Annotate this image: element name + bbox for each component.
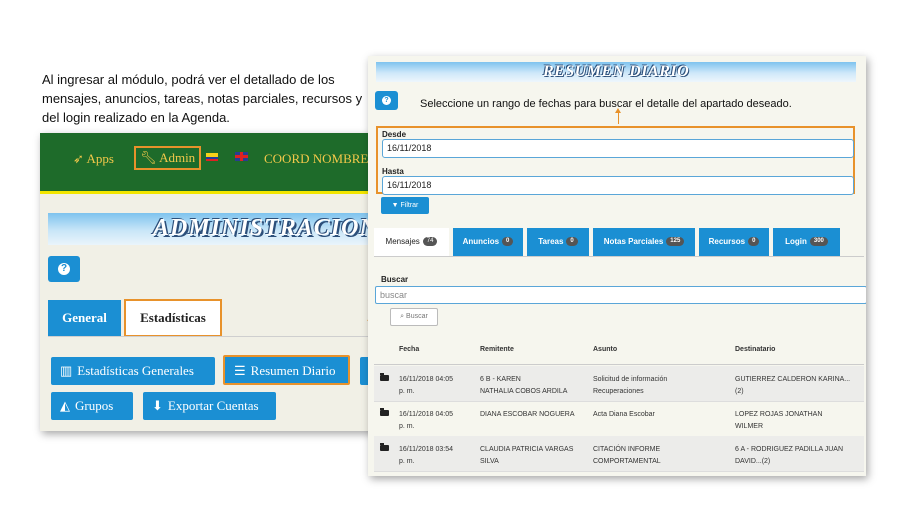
tab-label: Login xyxy=(785,237,807,246)
tab-count-badge: 300 xyxy=(809,237,828,247)
tabs-divider xyxy=(48,336,375,337)
page-title: ADMINISTRACION xyxy=(153,215,375,241)
instruction-caption: Al ingresar al módulo, podrá ver el deta… xyxy=(42,72,363,125)
tabs-divider xyxy=(374,256,864,257)
cell-remitente: 6 B - KAREN NATHALIA COBOS ARDILA xyxy=(480,376,568,395)
cell-remitente: DIANA ESCOBAR NOGUERA xyxy=(480,411,575,418)
tab-label: Anuncios xyxy=(462,237,500,246)
admin-menu[interactable]: 🔧︎ Admin xyxy=(134,146,202,170)
admin-label: Admin xyxy=(159,150,196,165)
column-header-asunto: Asunto xyxy=(593,346,618,353)
tab-count-badge: 0 xyxy=(502,237,514,247)
cell-asunto: Acta Diana Escobar xyxy=(593,411,655,418)
hasta-label: Hasta xyxy=(382,167,404,176)
tab-count-badge: 0 xyxy=(748,237,760,247)
tab-notas-parciales[interactable]: Notas Parciales 125 xyxy=(593,228,695,256)
cell-destinatario: 6 A - RODRIGUEZ PADILLA JUAN DAVID...(2) xyxy=(735,446,844,465)
help-button[interactable]: ? xyxy=(48,256,80,282)
resumen-diario-panel: RESUMEN DIARIO ? Seleccione un rango de … xyxy=(368,56,866,476)
tab-mensajes[interactable]: Mensajes 74 xyxy=(374,228,449,257)
top-navbar: ➶ Apps 🔧︎ Admin COORD NOMBRES xyxy=(40,133,375,194)
buscar-button[interactable]: ⌕ Buscar xyxy=(390,308,438,326)
exportar-cuentas-label: Exportar Cuentas xyxy=(167,398,259,413)
tab-anuncios[interactable]: Anuncios 0 xyxy=(453,228,523,256)
uk-flag-icon[interactable] xyxy=(235,152,248,161)
desde-label: Desde xyxy=(382,130,407,139)
wrench-icon: 🔧︎ xyxy=(140,150,157,165)
cell-asunto: Solicitud de información Recuperaciones xyxy=(593,376,668,395)
page-title-banner: ADMINISTRACION xyxy=(48,213,375,245)
cell-remitente: CLAUDIA PATRICIA VARGAS SILVA xyxy=(480,446,574,465)
cell-destinatario: LOPEZ ROJAS JONATHAN WILMER xyxy=(735,411,823,430)
hasta-input[interactable]: 16/11/2018 xyxy=(382,176,854,195)
cell-fecha: 16/11/2018 03:54 p. m. xyxy=(399,446,453,465)
tab-recursos[interactable]: Recursos 0 xyxy=(699,228,769,256)
cell-fecha: 16/11/2018 04:05 p. m. xyxy=(399,411,453,430)
folder-open-icon xyxy=(380,373,389,381)
area-chart-icon: ◭ xyxy=(60,398,70,413)
table-row[interactable]: 16/11/2018 04:05 p. m. 6 B - KAREN NATHALI… xyxy=(374,366,864,402)
search-input[interactable]: buscar xyxy=(375,286,866,304)
tab-count-badge: 0 xyxy=(566,237,578,247)
tab-login[interactable]: Login 300 xyxy=(773,228,840,256)
resumen-title: RESUMEN DIARIO xyxy=(543,63,690,80)
estadisticas-generales-button[interactable]: ▥ Estadísticas Generales xyxy=(51,357,215,385)
column-header-destinatario: Destinatario xyxy=(735,346,776,353)
list-icon: ☰ xyxy=(234,363,246,378)
exportar-cuentas-button[interactable]: ⬇ Exportar Cuentas xyxy=(143,392,276,420)
folder-open-icon xyxy=(380,408,389,416)
administration-panel: ➶ Apps 🔧︎ Admin COORD NOMBRES ADMINISTRA… xyxy=(40,133,375,431)
bar-chart-icon: ▥ xyxy=(60,363,73,378)
colombia-flag-icon[interactable] xyxy=(206,153,218,161)
search-icon: ⌕ xyxy=(400,313,405,320)
cell-fecha: 16/11/2018 04:05 p. m. xyxy=(399,376,453,395)
apps-label: Apps xyxy=(86,151,114,166)
tab-label: Tareas xyxy=(538,237,564,246)
column-header-remitente: Remitente xyxy=(480,346,514,353)
rocket-icon: ➶ xyxy=(73,151,84,166)
tab-estadisticas[interactable]: Estadísticas xyxy=(124,299,222,337)
date-range-instruction: Seleccione un rango de fechas para busca… xyxy=(420,98,792,110)
resumen-diario-label: Resumen Diario xyxy=(250,363,336,378)
estadisticas-generales-label: Estadísticas Generales xyxy=(77,363,194,378)
cell-destinatario: GUTIERREZ CALDERON KARINA... (2) xyxy=(735,376,851,395)
question-circle-icon: ? xyxy=(58,263,70,275)
tab-label: Mensajes xyxy=(385,237,420,246)
user-name-menu[interactable]: COORD NOMBRES xyxy=(264,149,375,169)
buscar-button-label: Buscar xyxy=(406,313,428,320)
apps-menu[interactable]: ➶ Apps xyxy=(73,149,114,169)
filter-icon: ▼ xyxy=(391,202,399,209)
cell-asunto: CITACIÓN INFORME COMPORTAMENTAL xyxy=(593,446,661,465)
column-header-fecha: Fecha xyxy=(399,346,420,353)
resumen-help-button[interactable]: ? xyxy=(375,91,398,110)
grupos-label: Grupos xyxy=(75,398,114,413)
folder-open-icon xyxy=(380,443,389,451)
table-row[interactable]: 16/11/2018 03:54 p. m. CLAUDIA PATRICIA V… xyxy=(374,436,864,472)
table-row[interactable]: 16/11/2018 04:05 p. m. DIANA ESCOBAR NOGU… xyxy=(374,401,864,437)
tab-label: Notas Parciales xyxy=(603,237,664,246)
filtrar-button[interactable]: ▼ Filtrar xyxy=(381,197,429,214)
question-circle-icon: ? xyxy=(382,96,391,105)
tab-label: Recursos xyxy=(708,237,746,246)
resumen-diario-button[interactable]: ☰ Resumen Diario xyxy=(223,355,350,385)
tab-tareas[interactable]: Tareas 0 xyxy=(527,228,589,256)
resumen-title-banner: RESUMEN DIARIO xyxy=(376,62,856,82)
table-header-divider xyxy=(374,364,864,365)
buscar-label: Buscar xyxy=(381,275,409,284)
tab-general[interactable]: General xyxy=(48,300,121,336)
desde-input[interactable]: 16/11/2018 xyxy=(382,139,854,158)
filtrar-label: Filtrar xyxy=(400,202,419,209)
download-icon: ⬇ xyxy=(152,398,163,413)
date-range-form: Desde 16/11/2018 Hasta 16/11/2018 xyxy=(376,126,855,195)
tab-count-badge: 125 xyxy=(666,237,685,247)
tab-count-badge: 74 xyxy=(422,237,438,247)
callout-arrow-up xyxy=(615,108,621,124)
grupos-button[interactable]: ◭ Grupos xyxy=(51,392,133,420)
